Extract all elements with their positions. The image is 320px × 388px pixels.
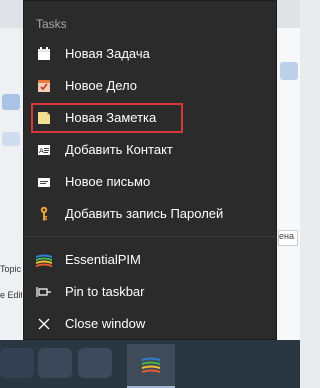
contact-card-icon: A (35, 141, 53, 159)
app-essentialpim[interactable]: EssentialPIM (23, 244, 277, 276)
task-label: Новая Заметка (65, 110, 157, 125)
task-new-email[interactable]: Новое письмо (23, 166, 277, 198)
background-right-panel: ена (278, 28, 300, 340)
task-label: Новое Дело (65, 78, 138, 93)
taskbar-essentialpim-button[interactable] (127, 344, 175, 388)
task-add-contact[interactable]: A Добавить Контакт (23, 134, 277, 166)
pin-to-taskbar[interactable]: Pin to taskbar (23, 276, 277, 308)
task-new-todo[interactable]: Новое Дело (23, 70, 277, 102)
pin-label: Pin to taskbar (65, 284, 145, 299)
task-label: Новое письмо (65, 174, 151, 189)
taskbar-app-button[interactable] (78, 348, 112, 378)
task-add-password-entry[interactable]: Добавить запись Паролей (23, 198, 277, 230)
taskbar-app-button[interactable] (0, 348, 34, 378)
key-icon (35, 205, 53, 223)
note-icon (35, 109, 53, 127)
background-blue-element-3 (280, 62, 298, 80)
taskbar (0, 340, 300, 388)
essentialpim-logo-icon (35, 251, 53, 269)
task-new-task[interactable]: Новая Задача (23, 38, 277, 70)
background-blue-element-2 (2, 132, 20, 146)
task-new-note[interactable]: Новая Заметка (23, 102, 277, 134)
task-label: Добавить Контакт (65, 142, 173, 157)
pin-icon (35, 283, 53, 301)
background-input-field: ена (278, 230, 298, 246)
essentialpim-logo-icon (142, 357, 160, 373)
jump-list-divider (23, 236, 277, 237)
app-label: EssentialPIM (65, 252, 141, 267)
taskbar-jump-list: Tasks Новая Задача Новое Дело Новая Заме… (23, 0, 277, 340)
task-label: Добавить запись Паролей (65, 206, 224, 221)
checklist-icon (35, 77, 53, 95)
calendar-icon (35, 45, 53, 63)
taskbar-app-button[interactable] (38, 348, 72, 378)
background-blue-element (2, 94, 20, 110)
background-edit-label: e Edit (0, 290, 22, 300)
envelope-icon (35, 173, 53, 191)
task-label: Новая Задача (65, 46, 150, 61)
close-icon (35, 315, 53, 333)
svg-text:A: A (39, 147, 44, 155)
close-window[interactable]: Close window (23, 308, 277, 340)
close-label: Close window (65, 316, 146, 331)
tasks-section-title: Tasks (36, 17, 67, 31)
background-topic-label: Topic (0, 264, 22, 274)
